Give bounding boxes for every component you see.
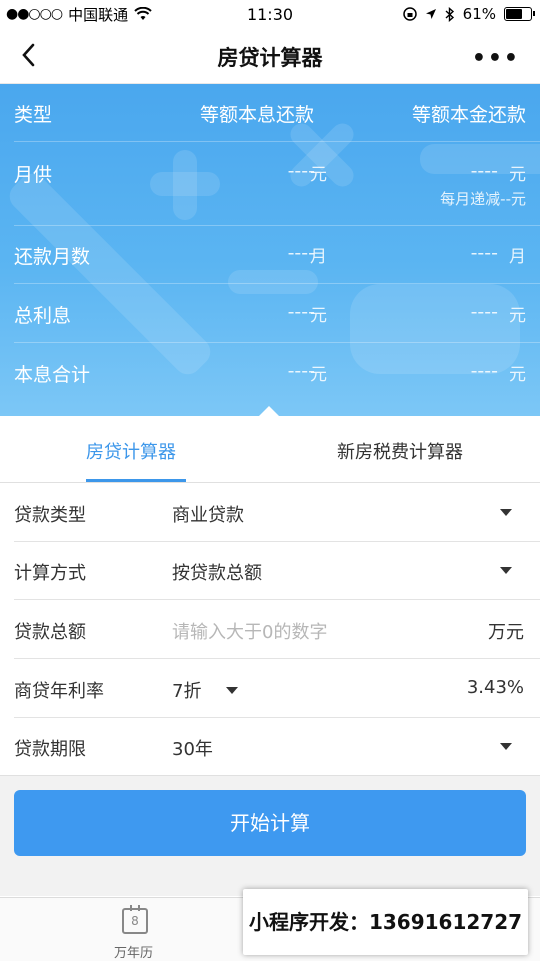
monthly-payment-label: 月供 xyxy=(14,164,53,186)
dropdown-arrow-icon[interactable] xyxy=(500,567,512,574)
advertisement-banner: 小程序开发：13691612727 xyxy=(243,889,528,955)
term-select[interactable]: 30年 xyxy=(172,735,213,761)
monthly-payment-value-1: ---- xyxy=(287,160,315,182)
dropdown-arrow-icon[interactable] xyxy=(500,743,512,750)
monthly-payment-value-2: ---- xyxy=(470,160,498,182)
bluetooth-icon xyxy=(445,6,454,22)
calc-method-row[interactable]: 计算方式 按贷款总额 xyxy=(14,541,540,600)
rate-value: 3.43% xyxy=(466,677,524,698)
calculator-tabs: 房贷计算器 新房税费计算器 xyxy=(0,416,540,483)
unit-1: 元 xyxy=(310,306,327,326)
calc-method-label: 计算方式 xyxy=(14,563,86,584)
loan-amount-input[interactable]: 请输入大于0的数字 xyxy=(172,618,327,644)
total-sum-label: 本息合计 xyxy=(14,364,91,386)
type-label: 类型 xyxy=(14,104,53,126)
months-value-2: ---- xyxy=(470,242,498,264)
unit-2: 元 xyxy=(509,365,526,385)
unit-2: 元 xyxy=(509,306,526,326)
nav-bar: 房贷计算器 ••• xyxy=(0,28,540,84)
tab-mortgage-calculator[interactable]: 房贷计算器 xyxy=(86,438,176,464)
calendar-icon[interactable]: 8 xyxy=(122,905,148,934)
term-row[interactable]: 贷款期限 30年 xyxy=(14,717,540,775)
total-interest-label: 总利息 xyxy=(14,305,72,327)
loan-type-row[interactable]: 贷款类型 商业贷款 xyxy=(14,483,540,542)
months-value-1: ---- xyxy=(287,242,315,264)
active-tab-indicator xyxy=(86,479,186,482)
decor-minus xyxy=(228,270,318,294)
loan-form: 贷款类型 商业贷款 计算方式 按贷款总额 贷款总额 请输入大于0的数字 万元 商… xyxy=(0,483,540,776)
more-icon[interactable]: ••• xyxy=(472,46,520,71)
orientation-lock-icon xyxy=(402,7,417,21)
loan-amount-unit: 万元 xyxy=(488,622,524,643)
result-summary-panel: 类型 等额本息还款 等额本金还款 月供 ---- 元 ---- 元 每月递减--… xyxy=(0,84,540,416)
dropdown-arrow-icon[interactable] xyxy=(226,687,238,694)
start-calculation-button[interactable]: 开始计算 xyxy=(14,790,526,856)
rate-discount-select[interactable]: 7折 xyxy=(172,677,201,703)
unit-1: 月 xyxy=(310,247,327,267)
battery-icon xyxy=(504,7,535,21)
monthly-decrease-note: 每月递减--元 xyxy=(440,190,526,208)
status-bar: ●●○○○ 中国联通 11:30 61% xyxy=(0,0,540,28)
loan-type-select[interactable]: 商业贷款 xyxy=(172,501,244,527)
dropdown-arrow-icon[interactable] xyxy=(500,509,512,516)
unit-1: 元 xyxy=(310,165,327,185)
equal-installment-header: 等额本息还款 xyxy=(200,104,315,126)
page-title: 房贷计算器 xyxy=(217,46,323,70)
term-label: 贷款期限 xyxy=(14,739,86,760)
loan-amount-label: 贷款总额 xyxy=(14,622,86,643)
rate-row[interactable]: 商贷年利率 7折 3.43% xyxy=(14,659,540,718)
total-interest-value-1: ---- xyxy=(287,301,315,323)
calc-method-select[interactable]: 按贷款总额 xyxy=(172,559,262,585)
total-interest-value-2: ---- xyxy=(470,301,498,323)
loan-amount-row[interactable]: 贷款总额 请输入大于0的数字 万元 xyxy=(14,600,540,659)
months-label: 还款月数 xyxy=(14,246,91,268)
battery-percent: 61% xyxy=(462,5,496,23)
equal-principal-header: 等额本金还款 xyxy=(411,104,526,126)
location-icon xyxy=(425,9,436,19)
decor-plus-vertical xyxy=(173,150,197,220)
unit-1: 元 xyxy=(310,365,327,385)
unit-2: 元 xyxy=(509,165,526,185)
rate-label: 商贷年利率 xyxy=(14,681,104,702)
total-sum-value-1: ---- xyxy=(287,360,315,382)
tabbar-item-calendar[interactable]: 万年历 xyxy=(114,942,153,961)
tab-new-house-tax-calculator[interactable]: 新房税费计算器 xyxy=(337,438,463,464)
loan-type-label: 贷款类型 xyxy=(14,505,86,526)
unit-2: 月 xyxy=(509,247,526,267)
total-sum-value-2: ---- xyxy=(470,360,498,382)
